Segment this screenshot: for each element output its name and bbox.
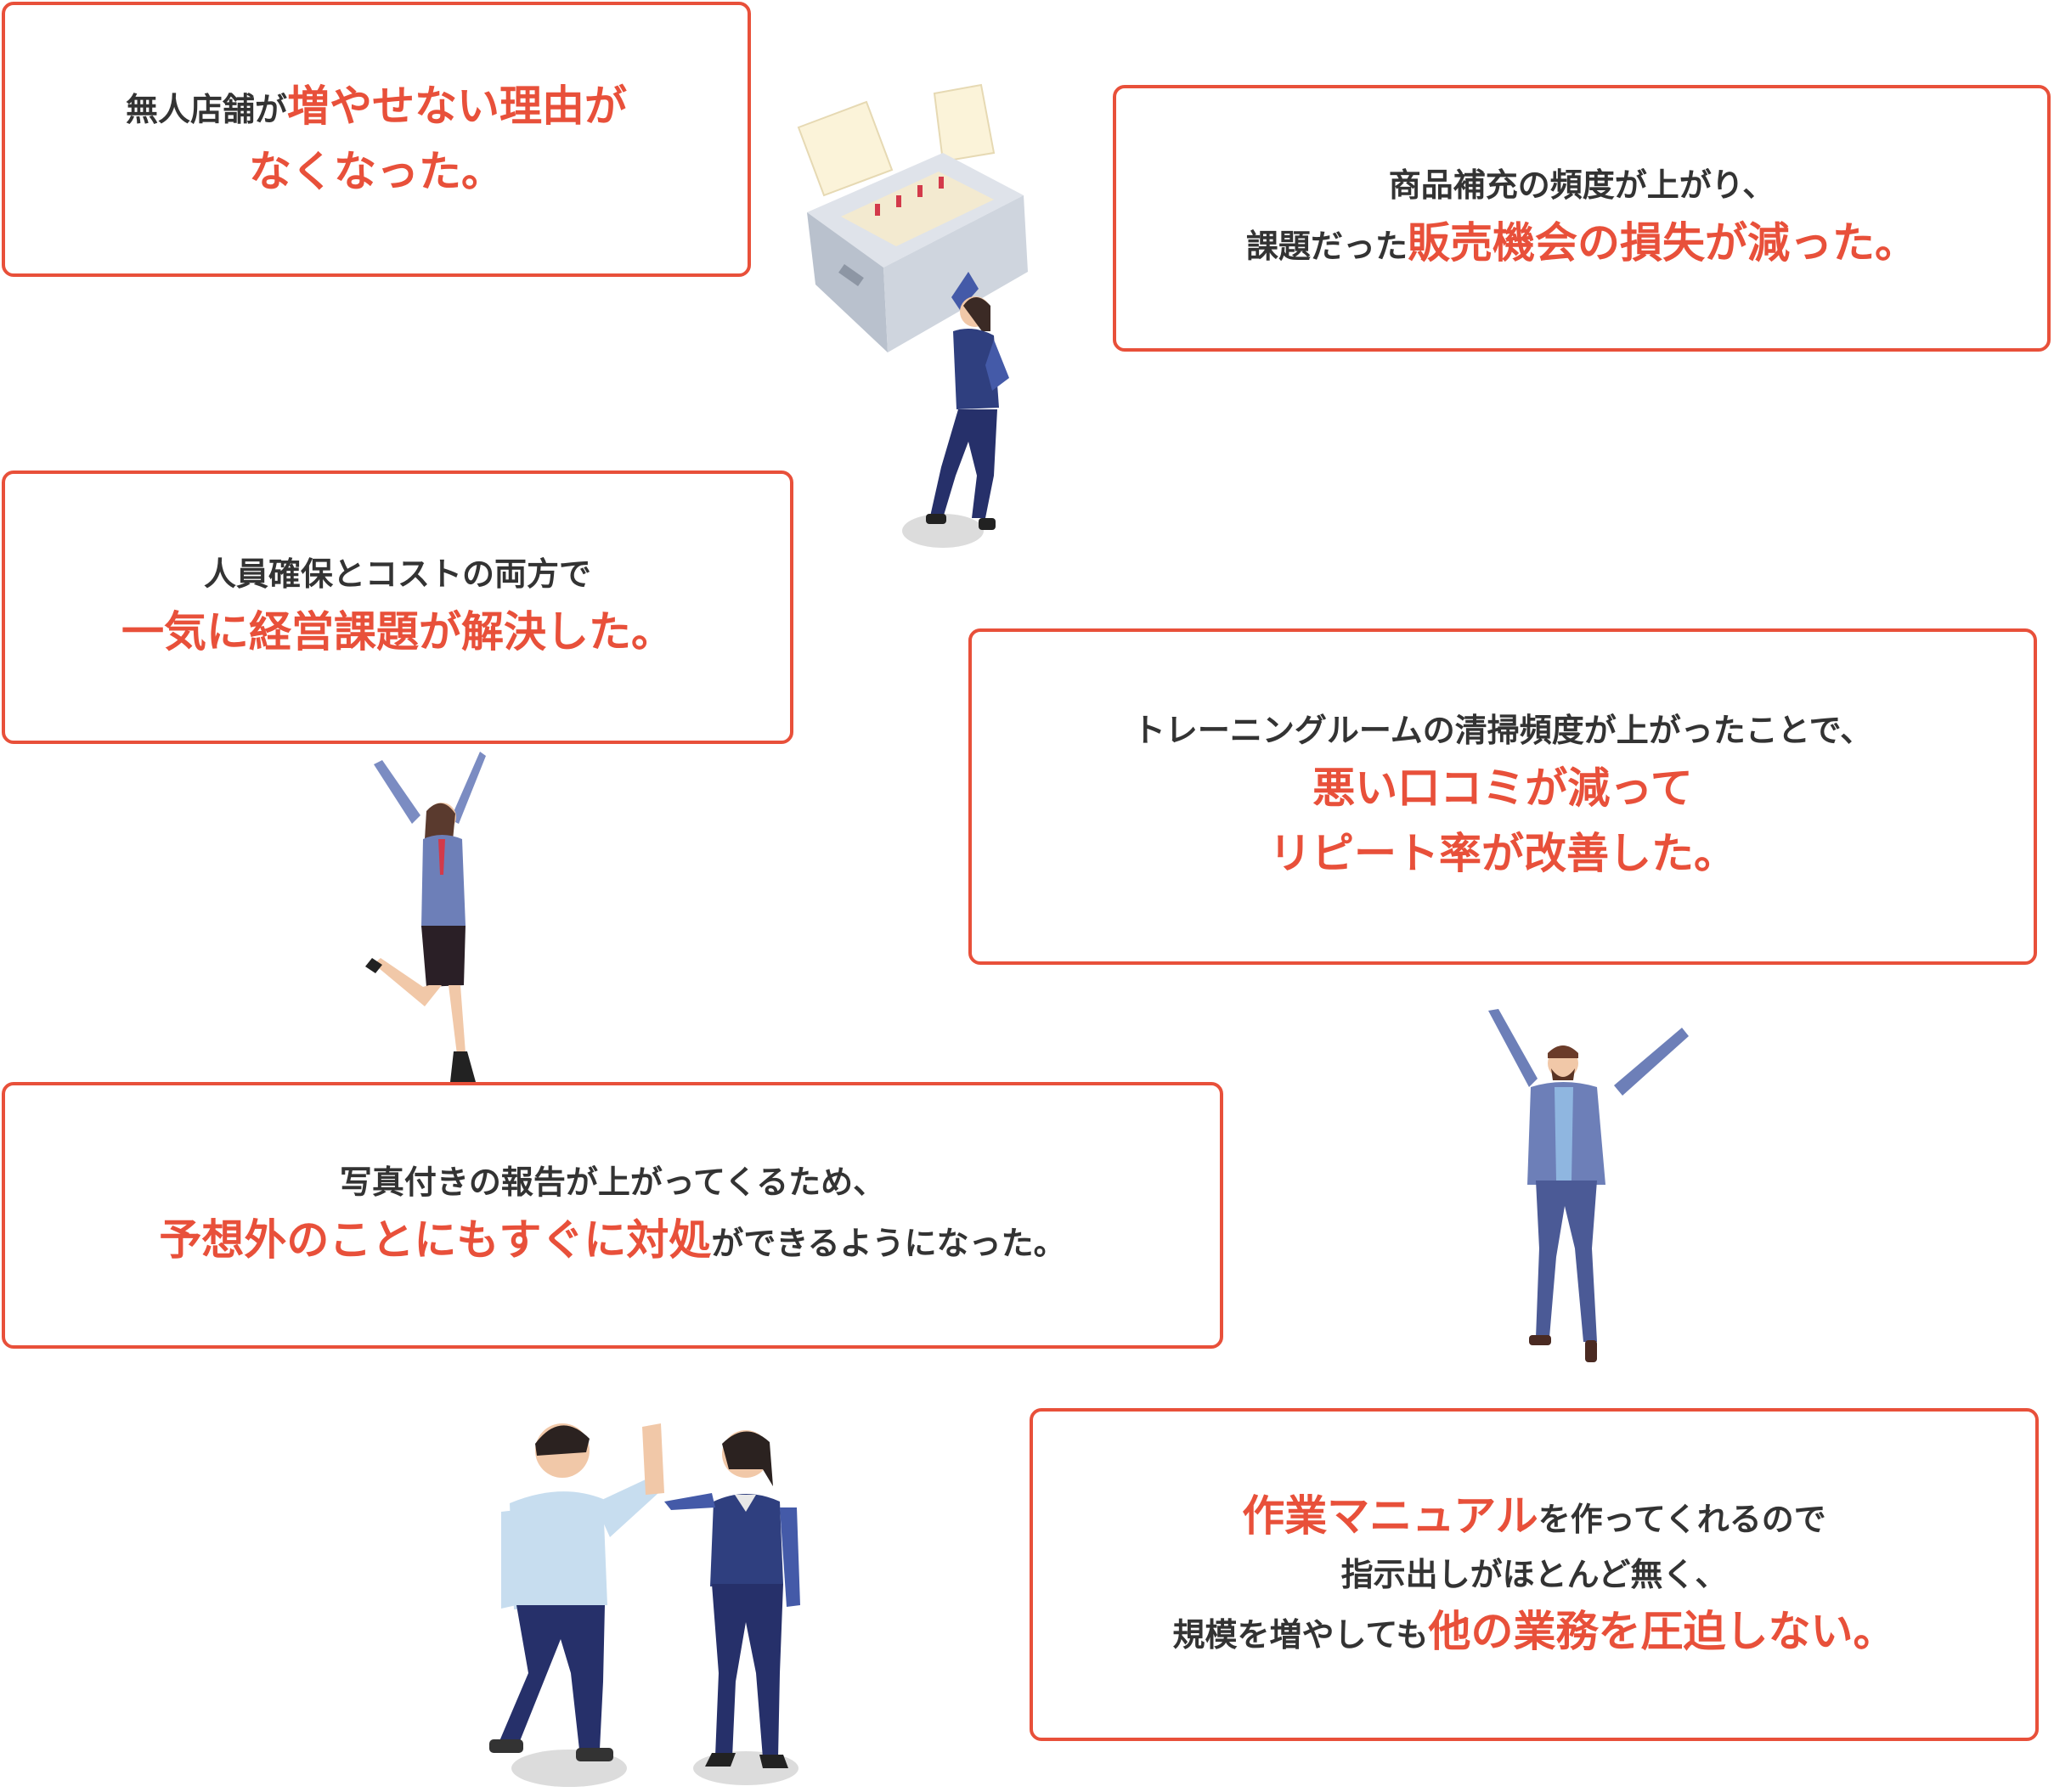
message-card-work-manual: 作業マニュアルを作ってくれるので 指示出しがほとんど無く、 規模を増やしても他の… [1030, 1408, 2039, 1741]
message-card-staffing-cost: 人員確保とコストの両方で 一気に経営課題が解決した。 [2, 471, 793, 744]
cheering-man-illustration [1488, 1009, 1689, 1362]
message-card-photo-reports: 写真付きの報告が上がってくるため、 予想外のことにもすぐに対処ができるようになっ… [2, 1082, 1223, 1349]
file-drawer-woman-illustration [797, 83, 1028, 548]
card-line: 規模を増やしても他の業務を圧迫しない。 [1172, 1607, 1896, 1657]
card-line: トレーニングルームの清掃頻度が上がったことで、 [1132, 712, 1873, 750]
card-line: 指示出しがほとんど無く、 [1340, 1555, 1728, 1593]
message-card-training-room: トレーニングルームの清掃頻度が上がったことで、 悪い口コミが減って リピート率が… [968, 628, 2037, 965]
card-line: リピート率が改善した。 [1269, 829, 1736, 879]
message-card-unmanned-stores: 無人店舗が増やせない理由が なくなった。 [2, 2, 751, 277]
high-five-illustration [489, 1423, 800, 1787]
card-line: 作業マニュアルを作ってくれるので [1242, 1491, 1826, 1541]
card-line: 写真付きの報告が上がってくるため、 [339, 1163, 886, 1201]
card-line: なくなった。 [249, 147, 504, 196]
card-line: 無人店舗が増やせない理由が [125, 81, 627, 131]
jumping-woman-illustration [365, 752, 486, 1082]
card-line: 商品補充の頻度が上がり、 [1388, 166, 1775, 204]
card-line: 人員確保とコストの両方で [203, 555, 591, 593]
message-card-replenishment: 商品補充の頻度が上がり、 課題だった販売機会の損失が減った。 [1113, 85, 2051, 352]
card-line: 予想外のことにもすぐに対処ができるようになった。 [159, 1214, 1066, 1265]
card-line: 一気に経営課題が解決した。 [121, 606, 674, 657]
card-line: 悪い口コミが減って [1312, 763, 1693, 813]
card-line: 課題だった販売機会の損失が減った。 [1245, 217, 1917, 268]
